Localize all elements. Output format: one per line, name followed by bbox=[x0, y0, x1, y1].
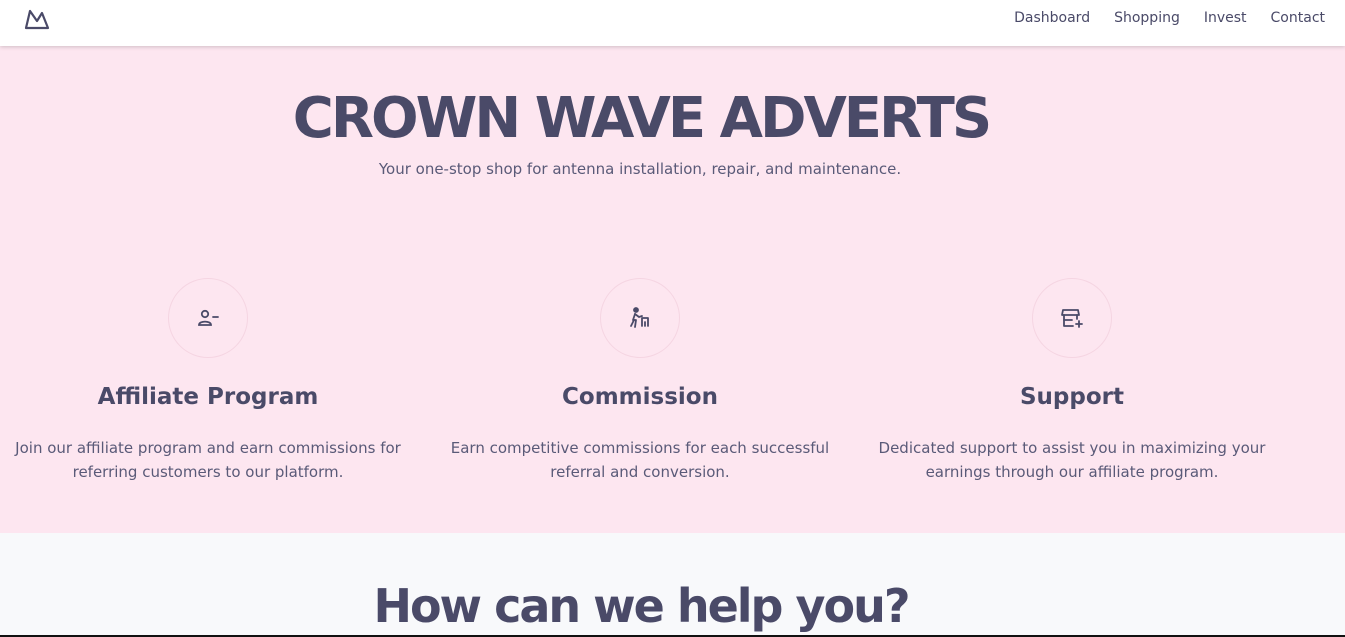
feature-support: Support Dedicated support to assist you … bbox=[862, 278, 1282, 484]
feature-title: Support bbox=[1019, 384, 1124, 410]
feature-icon-circle bbox=[168, 278, 248, 358]
feature-description: Earn competitive commissions for each su… bbox=[450, 439, 830, 481]
user-minus-icon bbox=[198, 309, 219, 326]
nav-links: Dashboard Shopping Invest Contact bbox=[1014, 0, 1325, 36]
person-walking-icon bbox=[630, 307, 649, 328]
feature-description: Dedicated support to assist you in maxim… bbox=[878, 439, 1266, 481]
nav-link-dashboard[interactable]: Dashboard bbox=[1014, 10, 1090, 26]
feature-icon-circle bbox=[1032, 278, 1112, 358]
top-navbar: Dashboard Shopping Invest Contact bbox=[0, 0, 1345, 46]
feature-icon-circle bbox=[600, 278, 680, 358]
mountain-logo-icon[interactable] bbox=[24, 8, 50, 30]
feature-commission: Commission Earn competitive commissions … bbox=[430, 278, 850, 484]
help-section: How can we help you? bbox=[0, 533, 1345, 637]
hero-section: CROWN WAVE ADVERTS Your one-stop shop fo… bbox=[0, 46, 1345, 533]
hero-title: CROWN WAVE ADVERTS bbox=[292, 86, 992, 151]
store-plus-icon bbox=[1061, 309, 1083, 328]
feature-title: Commission bbox=[562, 384, 718, 410]
nav-link-invest[interactable]: Invest bbox=[1204, 10, 1247, 26]
feature-description: Join our affiliate program and earn comm… bbox=[15, 439, 401, 481]
hero-subtitle: Your one-stop shop for antenna installat… bbox=[378, 160, 902, 178]
feature-affiliate-program: Affiliate Program Join our affiliate pro… bbox=[0, 278, 418, 484]
nav-link-shopping[interactable]: Shopping bbox=[1114, 10, 1180, 26]
nav-link-contact[interactable]: Contact bbox=[1271, 10, 1325, 26]
help-title: How can we help you? bbox=[373, 579, 910, 633]
feature-title: Affiliate Program bbox=[97, 384, 319, 410]
